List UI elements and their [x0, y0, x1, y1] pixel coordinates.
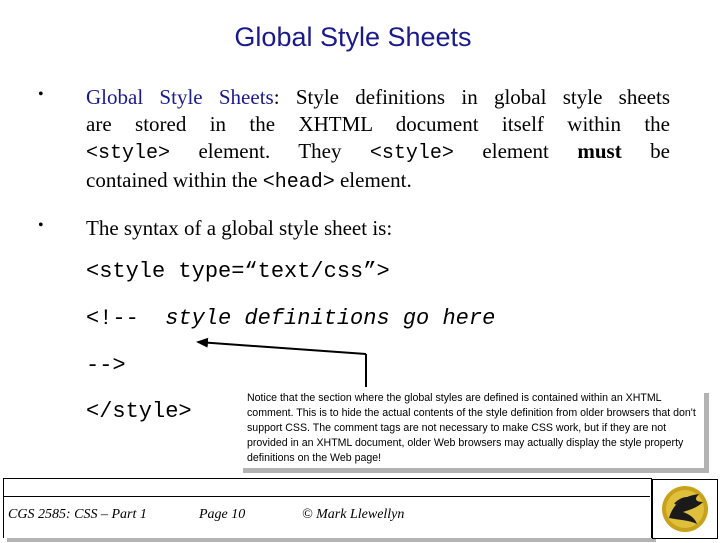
- bullet-1-line-1: Global Style Sheets: Style definitions i…: [86, 85, 670, 109]
- bullet-marker: •: [38, 86, 44, 103]
- bullet-2: The syntax of a global style sheet is:: [86, 216, 393, 240]
- code-line-1: <style type=“text/css”>: [86, 259, 390, 284]
- bullet-1-line-3: <style> element. They <style> element mu…: [86, 139, 670, 165]
- style-tag-code: <style>: [369, 142, 454, 165]
- callout-note: Notice that the section where the global…: [238, 388, 704, 468]
- head-tag-code: <head>: [262, 171, 335, 194]
- global-style-sheets-term: Global Style Sheets: [86, 85, 274, 109]
- bullet-1: Global Style Sheets: Style definitions i…: [86, 84, 670, 196]
- bullet-marker: •: [38, 217, 44, 234]
- code-line-3: -->: [86, 353, 126, 378]
- footer-course: CGS 2585: CSS – Part 1: [8, 507, 147, 522]
- footer-author: © Mark Llewellyn: [302, 507, 405, 522]
- bullet-1-line-4: contained within the <head> element.: [86, 168, 412, 194]
- bullet-1-line-2: are stored in the XHTML document itself …: [86, 112, 670, 136]
- footer-divider: [3, 496, 650, 497]
- code-line-2: <!-- style definitions go here: [86, 306, 496, 331]
- code-line-4: </style>: [86, 399, 192, 424]
- footer-page: Page 10: [199, 507, 246, 522]
- slide-title: Global Style Sheets: [234, 22, 472, 52]
- ucf-logo-icon: [652, 479, 718, 539]
- style-tag-code: <style>: [86, 142, 171, 165]
- slide: Global Style Sheets • Global Style Sheet…: [0, 0, 720, 540]
- must-emphasis: must: [577, 139, 622, 163]
- code-comment: style definitions go here: [165, 306, 496, 331]
